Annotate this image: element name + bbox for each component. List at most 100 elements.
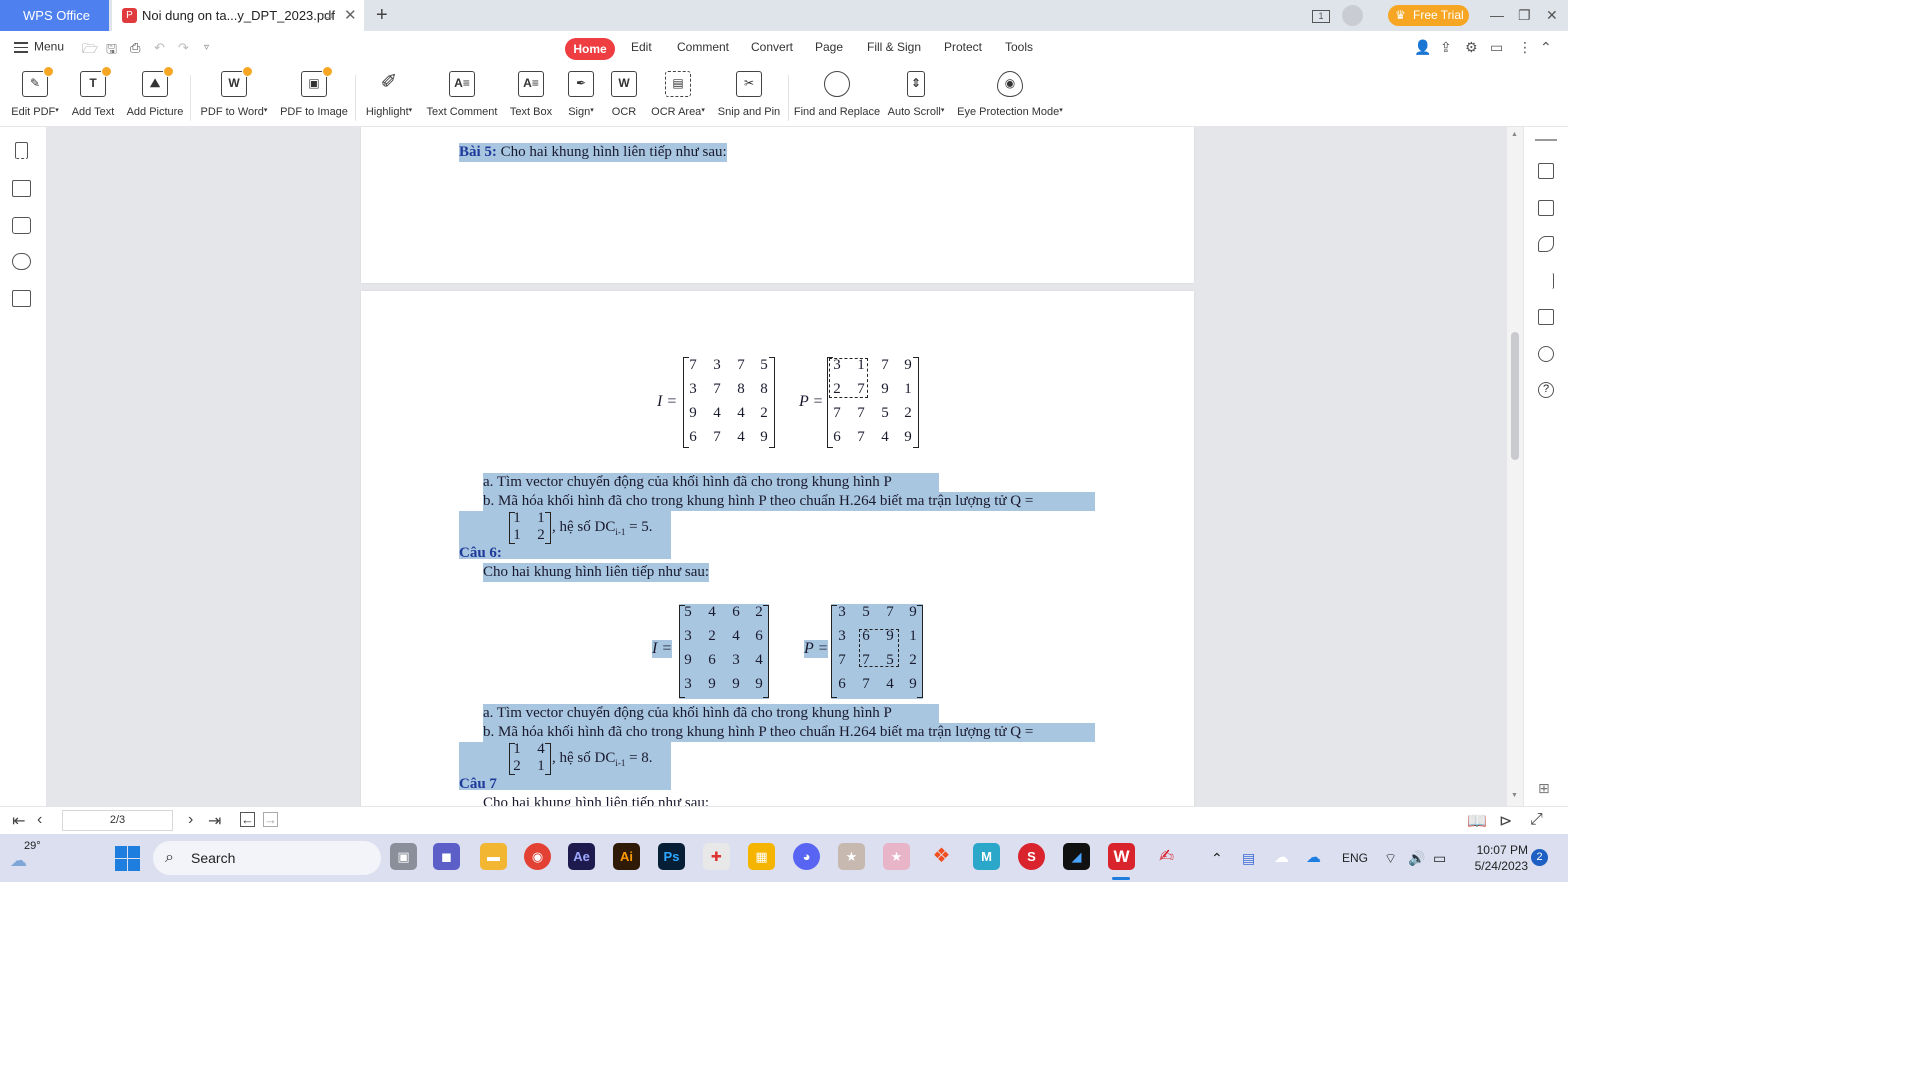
wps-office-taskbar-icon[interactable]: W [1108, 843, 1135, 870]
help-icon[interactable]: ? [1538, 382, 1554, 398]
snip-pin-button[interactable]: ✂ Snip and Pin [714, 69, 784, 125]
redo-icon[interactable]: ↷ [178, 40, 189, 56]
illustrator-icon[interactable]: Ai [613, 843, 640, 870]
edit-panel-icon[interactable] [1538, 163, 1554, 179]
scroll-up-icon[interactable]: ▲ [1511, 131, 1518, 138]
print-icon[interactable]: ⎙ [130, 40, 140, 56]
app-icon[interactable]: ✚ [703, 843, 730, 870]
game-icon[interactable]: ★ [838, 843, 865, 870]
capcut-icon[interactable]: ◢ [1063, 843, 1090, 870]
bookmark-icon[interactable] [15, 142, 28, 159]
tab-convert[interactable]: Convert [751, 40, 793, 54]
restore-button[interactable]: ❐ [1518, 0, 1531, 31]
text-comment-button[interactable]: A≡ Text Comment [424, 69, 500, 125]
share-icon[interactable]: ⇪ [1440, 39, 1452, 56]
grid-view-icon[interactable]: ⊞ [1538, 780, 1550, 797]
show-hidden-icons[interactable]: ⌃ [1211, 834, 1223, 882]
collapse-ribbon-icon[interactable]: ⌃ [1540, 39, 1552, 56]
text-box-button[interactable]: A≡ Text Box [506, 69, 556, 125]
forward-view-icon[interactable]: → [263, 812, 278, 827]
tab-fill-sign[interactable]: Fill & Sign [867, 40, 921, 54]
highlight-button[interactable]: ✐ Highlight▾ [360, 69, 418, 125]
collaborate-icon[interactable]: 👤 [1414, 39, 1431, 56]
scrollbar-thumb[interactable] [1511, 332, 1519, 460]
page-layout-icon[interactable]: 1 [1312, 0, 1330, 31]
comment-icon[interactable] [12, 217, 31, 234]
menu-button[interactable]: Menu [14, 39, 64, 56]
ocr-area-button[interactable]: ▤ OCR Area▾ [648, 69, 708, 125]
maya-icon[interactable]: M [973, 843, 1000, 870]
task-view-icon[interactable]: ▣ [390, 843, 417, 870]
last-page-icon[interactable]: ⇥ [208, 811, 221, 831]
auto-scroll-button[interactable]: ⇕ Auto Scroll▾ [885, 69, 947, 125]
pdf-to-image-button[interactable]: ▣ PDF to Image [278, 66, 350, 125]
translate-panel-icon[interactable] [1538, 309, 1554, 325]
teams-icon[interactable]: ◼ [433, 843, 460, 870]
outline-panel-icon[interactable] [1538, 273, 1554, 289]
photoshop-icon[interactable]: Ps [658, 843, 685, 870]
convert-panel-icon[interactable] [1538, 200, 1554, 216]
open-folder-icon[interactable]: 🗁 [82, 40, 98, 62]
previous-page-icon[interactable]: ‹ [37, 811, 42, 829]
first-page-icon[interactable]: ⇤ [12, 811, 25, 831]
close-tab-icon[interactable]: ✕ [344, 0, 357, 31]
undo-icon[interactable]: ↶ [154, 40, 165, 56]
save-icon[interactable]: 🖫 [106, 40, 117, 62]
user-avatar[interactable] [1342, 5, 1363, 26]
sign-panel-icon[interactable] [1538, 236, 1554, 252]
tab-tools[interactable]: Tools [1005, 40, 1033, 54]
file-explorer-icon[interactable]: ▬ [480, 843, 507, 870]
figma-icon[interactable]: ❖ [928, 843, 955, 870]
pdf-reader-icon[interactable]: ✍ [1153, 843, 1180, 870]
discord-icon[interactable]: ◕ [793, 843, 820, 870]
signature-icon[interactable] [12, 290, 31, 307]
tab-edit[interactable]: Edit [631, 40, 652, 54]
after-effects-icon[interactable]: Ae [568, 843, 595, 870]
pdf-to-word-button[interactable]: W PDF to Word▾ [196, 66, 272, 125]
tab-comment[interactable]: Comment [677, 40, 729, 54]
comment-panel-icon[interactable]: ▭ [1490, 39, 1503, 56]
onedrive-icon[interactable]: ☁ [1274, 834, 1289, 882]
tab-home[interactable]: Home [565, 38, 615, 60]
document-tab[interactable]: P Noi dung on ta...y_DPT_2023.pdf ▭ ✕ [112, 0, 364, 31]
taskbar-search[interactable]: ⌕ Search [153, 841, 381, 875]
windows-start-icon[interactable] [115, 846, 140, 871]
fullscreen-icon[interactable]: ⤢ [1530, 811, 1543, 829]
tray-app-icon[interactable]: ▤ [1242, 834, 1255, 882]
customize-quick-access-icon[interactable]: ▿ [204, 42, 209, 53]
thumbnail-icon[interactable] [12, 180, 31, 197]
minimize-button[interactable]: — [1490, 0, 1504, 31]
next-page-icon[interactable]: › [188, 811, 193, 829]
sign-button[interactable]: ✒ Sign▾ [562, 69, 600, 125]
app-s-icon[interactable]: S [1018, 843, 1045, 870]
volume-icon[interactable]: 🔊 [1408, 834, 1425, 882]
notification-badge[interactable]: 2 [1531, 849, 1548, 866]
clock[interactable]: 10:07 PM 5/24/2023 [1468, 842, 1528, 874]
document-view[interactable]: Bài 5: Cho hai khung hình liên tiếp như … [46, 127, 1507, 806]
search-panel-icon[interactable] [1538, 346, 1554, 362]
vertical-scrollbar[interactable]: ▲ ▼ [1507, 127, 1523, 806]
find-replace-button[interactable]: Find and Replace [793, 69, 881, 125]
read-mode-icon[interactable]: 📖 [1467, 811, 1487, 831]
tab-page[interactable]: Page [815, 40, 843, 54]
eye-protection-button[interactable]: ◉ Eye Protection Mode▾ [953, 69, 1067, 125]
free-trial-button[interactable]: ♛ Free Trial [1388, 5, 1469, 26]
chrome-icon[interactable]: ◉ [524, 843, 551, 870]
wifi-icon[interactable]: ⌔ [1384, 834, 1397, 882]
more-options-icon[interactable]: ⋮ [1518, 39, 1532, 56]
weather-widget[interactable]: 29° ☁ [10, 840, 41, 870]
tab-protect[interactable]: Protect [944, 40, 982, 54]
attachment-icon[interactable] [12, 253, 31, 270]
battery-icon[interactable]: ▭ [1433, 834, 1446, 882]
tab-window-icon[interactable]: ▭ [322, 0, 333, 31]
add-picture-button[interactable]: ⛰ Add Picture [124, 66, 186, 125]
back-view-icon[interactable]: ← [240, 812, 255, 827]
close-window-button[interactable]: ✕ [1546, 0, 1558, 31]
add-text-button[interactable]: T Add Text [67, 66, 119, 125]
ocr-button[interactable]: W OCR [606, 69, 642, 125]
wps-office-tab[interactable]: WPS Office [0, 0, 109, 31]
language-indicator[interactable]: ENG [1342, 834, 1368, 882]
new-tab-button[interactable]: + [376, 0, 388, 30]
scroll-down-icon[interactable]: ▼ [1511, 792, 1518, 799]
play-icon[interactable]: ⊳ [1499, 811, 1512, 831]
